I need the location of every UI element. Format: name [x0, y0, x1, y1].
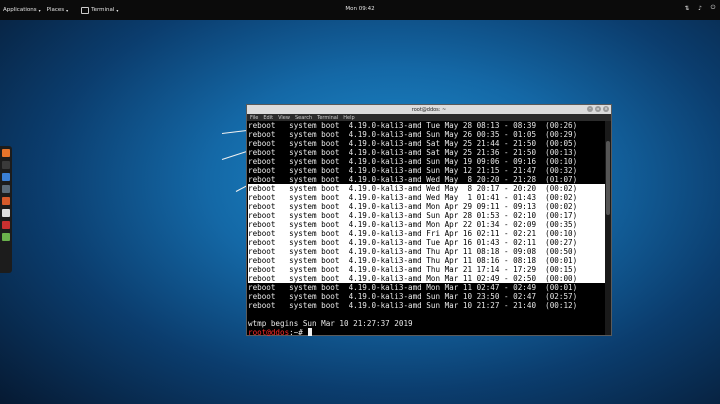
- applications-label: Applications: [3, 7, 37, 13]
- menu-item-help[interactable]: Help: [343, 115, 354, 121]
- terminal-line: reboot system boot 4.19.0-kali3-amd Tue …: [248, 238, 607, 247]
- text-cursor: [308, 328, 313, 336]
- terminal-window[interactable]: root@ddos: ~ – ▫ × File Edit View Search Ter…: [246, 104, 612, 337]
- terminal-line: reboot system boot 4.19.0-kali3-amd Sun …: [248, 130, 578, 139]
- wtmp-line: wtmp begins Sun Mar 10 21:27:37 2019: [248, 319, 413, 328]
- chevron-down-icon: ▾: [38, 7, 41, 13]
- maximize-icon[interactable]: ▫: [595, 106, 601, 112]
- chevron-down-icon: ▾: [116, 7, 119, 13]
- menu-item-file[interactable]: File: [250, 115, 258, 121]
- taskbar-terminal-label: Terminal: [91, 7, 115, 13]
- places-menu[interactable]: Places ▾: [44, 0, 72, 20]
- minimize-icon[interactable]: –: [587, 106, 593, 112]
- dock: [0, 146, 12, 273]
- menu-item-view[interactable]: View: [278, 115, 290, 121]
- terminal-line: reboot system boot 4.19.0-kali3-amd Sun …: [248, 166, 578, 175]
- terminal-menubar: File Edit View Search Terminal Help: [247, 114, 611, 121]
- terminal-line: reboot system boot 4.19.0-kali3-amd Sat …: [248, 139, 578, 148]
- prompt-user: root@ddos: [248, 328, 290, 337]
- terminal-line: reboot system boot 4.19.0-kali3-amd Sat …: [248, 148, 578, 157]
- menu-item-edit[interactable]: Edit: [263, 115, 273, 121]
- terminal-line: reboot system boot 4.19.0-kali3-amd Mon …: [248, 274, 607, 283]
- taskbar-terminal[interactable]: Terminal ▾: [77, 3, 122, 17]
- terminal-output[interactable]: reboot system boot 4.19.0-kali3-amd Tue …: [248, 121, 607, 337]
- clock[interactable]: Mon 09:42: [345, 6, 374, 12]
- terminal-line: reboot system boot 4.19.0-kali3-amd Sun …: [248, 292, 578, 301]
- power-icon[interactable]: ⏻: [710, 4, 716, 11]
- places-label: Places: [46, 7, 65, 13]
- dock-app-orange-icon[interactable]: [2, 149, 10, 157]
- dock-app-terminal-icon[interactable]: [2, 161, 10, 169]
- terminal-title: root@ddos: ~: [411, 106, 447, 113]
- network-icon[interactable]: ⇅: [684, 5, 690, 12]
- terminal-line: reboot system boot 4.19.0-kali3-amd Sun …: [248, 211, 607, 220]
- chevron-down-icon: ▾: [66, 7, 69, 13]
- terminal-line: reboot system boot 4.19.0-kali3-amd Mon …: [248, 202, 607, 211]
- terminal-line: reboot system boot 4.19.0-kali3-amd Wed …: [248, 184, 607, 193]
- close-icon[interactable]: ×: [603, 106, 609, 112]
- terminal-line: reboot system boot 4.19.0-kali3-amd Wed …: [248, 175, 578, 184]
- terminal-line: reboot system boot 4.19.0-kali3-amd Wed …: [248, 193, 607, 202]
- volume-icon[interactable]: ♪: [697, 5, 703, 12]
- terminal-titlebar[interactable]: root@ddos: ~ – ▫ ×: [247, 105, 611, 114]
- terminal-line: reboot system boot 4.19.0-kali3-amd Thu …: [248, 256, 607, 265]
- dock-app-stack-icon[interactable]: [2, 185, 10, 193]
- prompt-path: :~#: [289, 328, 308, 337]
- applications-menu[interactable]: Applications ▾: [0, 0, 44, 20]
- dock-app-red-orange-icon[interactable]: [2, 197, 10, 205]
- system-tray: ⇅ ♪ ⏻: [684, 4, 716, 12]
- terminal-icon: [81, 6, 90, 14]
- top-panel: Applications ▾ Places ▾ Terminal ▾ Mon 0…: [0, 0, 720, 20]
- dock-app-green-icon[interactable]: [2, 233, 10, 241]
- dock-app-blue-icon[interactable]: [2, 173, 10, 181]
- terminal-scrollbar[interactable]: [605, 121, 611, 335]
- menu-item-terminal[interactable]: Terminal: [317, 115, 338, 121]
- terminal-line: reboot system boot 4.19.0-kali3-amd Mon …: [248, 283, 578, 292]
- prompt-line[interactable]: root@ddos:~#: [248, 328, 607, 337]
- terminal-line: reboot system boot 4.19.0-kali3-amd Sun …: [248, 157, 578, 166]
- terminal-line: reboot system boot 4.19.0-kali3-amd Thu …: [248, 247, 607, 256]
- terminal-line: reboot system boot 4.19.0-kali3-amd Tue …: [248, 121, 578, 130]
- dock-app-red-icon[interactable]: [2, 221, 10, 229]
- terminal-line: reboot system boot 4.19.0-kali3-amd Mon …: [248, 220, 607, 229]
- terminal-line: reboot system boot 4.19.0-kali3-amd Sun …: [248, 301, 578, 310]
- scrollbar-thumb[interactable]: [606, 141, 610, 215]
- dock-app-white-icon[interactable]: [2, 209, 10, 217]
- terminal-line: reboot system boot 4.19.0-kali3-amd Fri …: [248, 229, 607, 238]
- menu-item-search[interactable]: Search: [295, 115, 312, 121]
- terminal-line: reboot system boot 4.19.0-kali3-amd Thu …: [248, 265, 607, 274]
